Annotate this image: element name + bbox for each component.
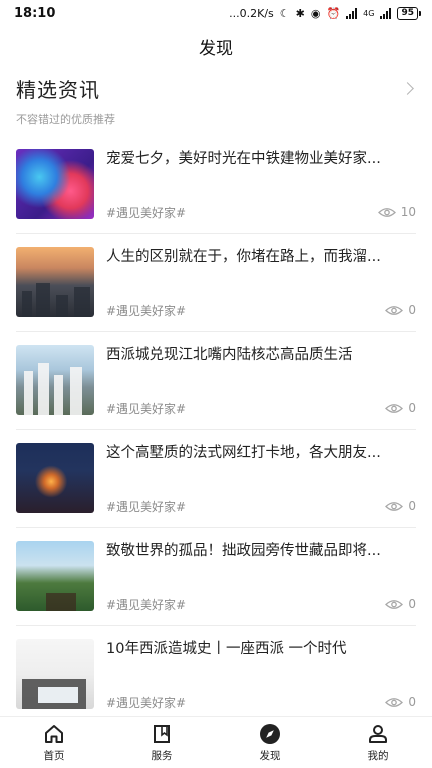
book-icon — [154, 724, 170, 743]
article-thumbnail — [16, 247, 94, 317]
signal-icon — [346, 7, 358, 19]
article-thumbnail — [16, 345, 94, 415]
view-count-value: 0 — [408, 401, 416, 415]
status-indicators: ...0.2K/s ☾ ✱ ◉ ⏰ 4G 95 — [229, 6, 421, 20]
nav-home[interactable]: 首页 — [0, 717, 108, 768]
view-count: 0 — [385, 597, 416, 611]
chevron-right-icon[interactable] — [401, 82, 414, 95]
view-count: 0 — [385, 303, 416, 317]
top-bar: 发现 — [0, 26, 432, 66]
section-subtitle: 不容错过的优质推荐 — [16, 113, 115, 126]
nav-home-label: 首页 — [43, 749, 65, 762]
view-count: 0 — [385, 401, 416, 415]
article-thumbnail — [16, 149, 94, 219]
battery-icon: 95 — [397, 6, 421, 20]
compass-icon — [260, 723, 280, 744]
view-count-value: 10 — [400, 205, 416, 219]
article-title: 这个高墅质的法式网红打卡地，各大朋友... — [106, 445, 381, 461]
view-count-value: 0 — [408, 303, 416, 317]
view-count: 0 — [385, 499, 416, 513]
article-title: 10年西派造城史丨一座西派 一个时代 — [106, 641, 347, 657]
eye-mode-icon: ◉ — [310, 6, 321, 20]
network-speed: ...0.2K/s — [229, 6, 274, 20]
nav-service-label: 服务 — [151, 749, 173, 762]
battery-level: 95 — [401, 8, 414, 18]
eye-icon — [385, 501, 404, 511]
view-count: 0 — [385, 695, 416, 709]
article-thumbnail — [16, 443, 94, 513]
status-time: 18:10 — [14, 5, 56, 21]
article-tag: #遇见美好家# — [106, 402, 187, 416]
article-title: 宠爱七夕，美好时光在中铁建物业美好家... — [106, 151, 381, 167]
network-type: 4G — [363, 8, 375, 18]
article-item[interactable]: 致敬世界的孤品！拙政园旁传世藏品即将... #遇见美好家# 0 — [16, 528, 416, 626]
article-thumbnail — [16, 639, 94, 709]
article-item[interactable]: 人生的区别就在于，你堵在路上，而我溜... #遇见美好家# 0 — [16, 234, 416, 332]
featured-section-header[interactable]: 精选资讯 不容错过的优质推荐 — [16, 74, 416, 127]
page-title: 发现 — [199, 38, 233, 59]
article-tag: #遇见美好家# — [106, 500, 187, 514]
section-title: 精选资讯 — [16, 78, 100, 102]
article-title: 西派城兑现江北嘴内陆核芯高品质生活 — [106, 347, 353, 363]
nav-mine[interactable]: 我的 — [324, 717, 432, 768]
home-icon — [45, 724, 63, 743]
eye-icon — [385, 403, 404, 413]
nav-discover[interactable]: 发现 — [216, 717, 324, 768]
article-tag: #遇见美好家# — [106, 696, 187, 710]
article-title: 致敬世界的孤品！拙政园旁传世藏品即将... — [106, 543, 381, 559]
view-count-value: 0 — [408, 499, 416, 513]
alarm-icon: ⏰ — [326, 6, 341, 20]
article-title: 人生的区别就在于，你堵在路上，而我溜... — [106, 249, 381, 265]
nav-mine-label: 我的 — [367, 749, 389, 762]
user-icon — [369, 724, 387, 743]
article-tag: #遇见美好家# — [106, 304, 187, 318]
bottom-nav: 首页 服务 发现 我的 — [0, 716, 432, 768]
nav-discover-label: 发现 — [259, 749, 281, 762]
eye-icon — [385, 599, 404, 609]
article-tag: #遇见美好家# — [106, 598, 187, 612]
view-count-value: 0 — [408, 695, 416, 709]
article-item[interactable]: 这个高墅质的法式网红打卡地，各大朋友... #遇见美好家# 0 — [16, 430, 416, 528]
article-thumbnail — [16, 541, 94, 611]
article-tag: #遇见美好家# — [106, 206, 187, 220]
moon-icon: ☾ — [279, 6, 290, 20]
article-item[interactable]: 宠爱七夕，美好时光在中铁建物业美好家... #遇见美好家# 10 — [16, 136, 416, 234]
eye-icon — [385, 305, 404, 315]
status-bar: 18:10 ...0.2K/s ☾ ✱ ◉ ⏰ 4G 95 — [0, 0, 432, 26]
eye-icon — [377, 207, 396, 217]
article-item[interactable]: 10年西派造城史丨一座西派 一个时代 #遇见美好家# 0 — [16, 626, 416, 724]
signal-2-icon — [380, 7, 392, 19]
article-list: 宠爱七夕，美好时光在中铁建物业美好家... #遇见美好家# 10 人生的区别就在… — [16, 136, 416, 724]
article-item[interactable]: 西派城兑现江北嘴内陆核芯高品质生活 #遇见美好家# 0 — [16, 332, 416, 430]
nav-service[interactable]: 服务 — [108, 717, 216, 768]
view-count-value: 0 — [408, 597, 416, 611]
bluetooth-icon: ✱ — [295, 6, 305, 20]
eye-icon — [385, 697, 404, 707]
view-count: 10 — [377, 205, 416, 219]
